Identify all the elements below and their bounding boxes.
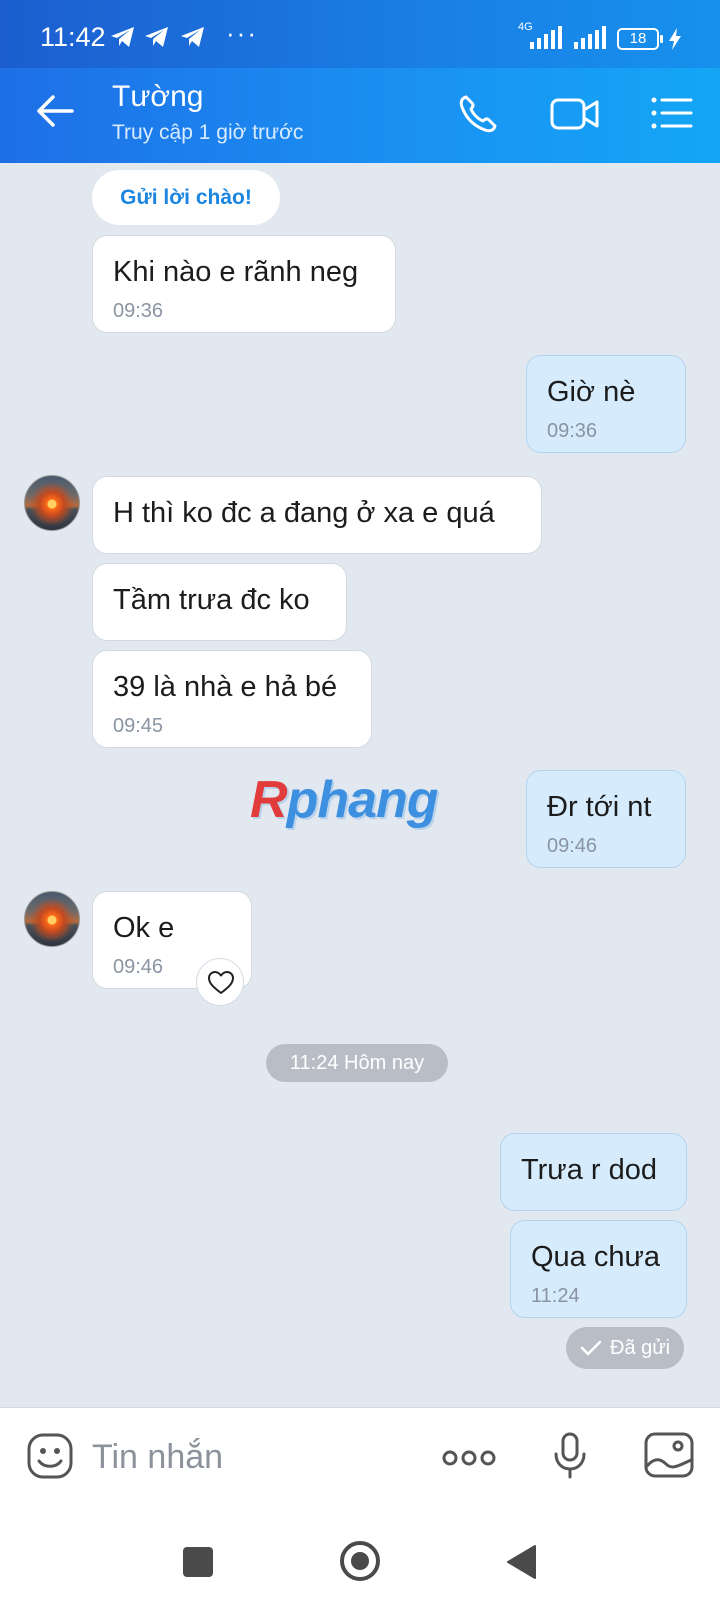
delivery-status-text: Đã gửi	[610, 1337, 671, 1359]
message-input[interactable]: Tin nhắn	[92, 1438, 223, 1477]
message-outgoing[interactable]: Qua chưa 11:24	[510, 1220, 687, 1318]
message-text: Đr tới nt	[547, 791, 652, 823]
recent-apps-button[interactable]	[183, 1547, 213, 1577]
message-text: Qua chưa	[531, 1241, 661, 1273]
message-incoming[interactable]: H thì ko đc a đang ở xa e quá	[92, 476, 542, 554]
contact-avatar[interactable]	[24, 475, 80, 531]
chat-header: Tường Truy cập 1 giờ trước	[0, 68, 720, 163]
contact-name[interactable]: Tường	[112, 80, 203, 114]
day-separator: 11:24 Hôm nay	[266, 1044, 448, 1082]
image-icon[interactable]	[644, 1432, 694, 1478]
message-time: 09:45	[113, 715, 164, 737]
status-bar: 11:42 ··· 4G 18	[0, 0, 720, 68]
telegram-icon	[181, 27, 204, 47]
delivery-status-badge: Đã gửi	[566, 1327, 684, 1369]
message-outgoing[interactable]: Trưa r dod	[500, 1133, 687, 1211]
sticker-face-icon[interactable]	[26, 1432, 74, 1480]
message-text: H thì ko đc a đang ở xa e quá	[113, 497, 495, 529]
message-composer: Tin nhắn	[0, 1407, 720, 1507]
message-outgoing[interactable]: Giờ nè 09:36	[526, 355, 686, 453]
message-text: Tầm trưa đc ko	[113, 584, 310, 616]
message-time: 09:46	[113, 956, 164, 978]
status-time: 11:42	[40, 22, 106, 52]
home-button[interactable]	[340, 1541, 380, 1581]
check-icon	[580, 1340, 602, 1356]
back-arrow-icon[interactable]	[36, 94, 74, 128]
message-time: 09:36	[547, 420, 598, 442]
message-text: Ok e	[113, 912, 175, 944]
video-camera-icon[interactable]	[550, 96, 600, 132]
list-menu-icon[interactable]	[651, 96, 693, 130]
system-back-icon[interactable]	[505, 1544, 537, 1580]
message-time: 09:46	[547, 835, 598, 857]
message-text: Giờ nè	[547, 376, 636, 408]
battery-indicator: 18	[617, 28, 663, 50]
message-text: Khi nào e rãnh neg	[113, 256, 359, 288]
message-time: 09:36	[113, 300, 164, 322]
send-greeting-button[interactable]: Gửi lời chào!	[92, 170, 280, 225]
react-heart-button[interactable]	[196, 958, 244, 1006]
message-time: 11:24	[531, 1285, 580, 1307]
contact-avatar[interactable]	[24, 891, 80, 947]
message-text: Trưa r dod	[521, 1154, 657, 1186]
more-dots-icon[interactable]	[442, 1448, 496, 1468]
telegram-icon	[145, 27, 168, 47]
phone-icon[interactable]	[458, 94, 498, 134]
signal-icon	[574, 26, 606, 49]
message-text: 39 là nhà e hả bé	[113, 671, 338, 703]
telegram-icon	[111, 27, 134, 47]
last-seen-status: Truy cập 1 giờ trước	[112, 121, 304, 144]
message-incoming[interactable]: 39 là nhà e hả bé 09:45	[92, 650, 372, 748]
microphone-icon[interactable]	[553, 1432, 587, 1480]
system-navigation-bar	[0, 1507, 720, 1600]
signal-icon	[530, 26, 562, 49]
message-incoming[interactable]: Tầm trưa đc ko	[92, 563, 347, 641]
watermark-logo: Rphang	[250, 771, 439, 829]
message-outgoing[interactable]: Đr tới nt 09:46	[526, 770, 686, 868]
charging-icon	[669, 28, 681, 50]
notification-overflow: ···	[226, 18, 258, 48]
heart-icon	[208, 971, 234, 994]
message-incoming[interactable]: Khi nào e rãnh neg 09:36	[92, 235, 396, 333]
